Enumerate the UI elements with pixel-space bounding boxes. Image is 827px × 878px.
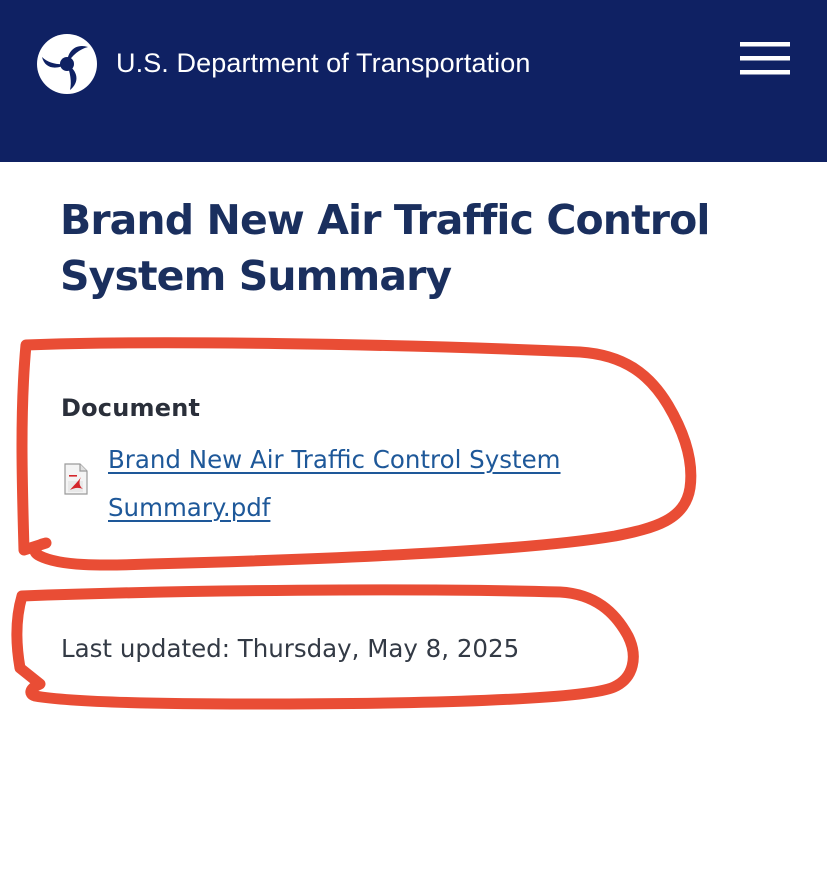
pdf-file-icon bbox=[64, 463, 88, 495]
pdf-document-link[interactable]: Brand New Air Traffic Control System Sum… bbox=[108, 436, 648, 532]
site-header: U.S. Department of Transportation bbox=[0, 0, 827, 162]
hamburger-menu-icon bbox=[740, 42, 790, 75]
menu-button[interactable] bbox=[740, 42, 792, 78]
document-section-label: Document bbox=[61, 394, 201, 422]
page-title: Brand New Air Traffic Control System Sum… bbox=[60, 196, 710, 300]
dot-logo-icon[interactable] bbox=[36, 33, 98, 95]
agency-name[interactable]: U.S. Department of Transportation bbox=[116, 46, 531, 80]
last-updated-text: Last updated: Thursday, May 8, 2025 bbox=[61, 634, 520, 663]
